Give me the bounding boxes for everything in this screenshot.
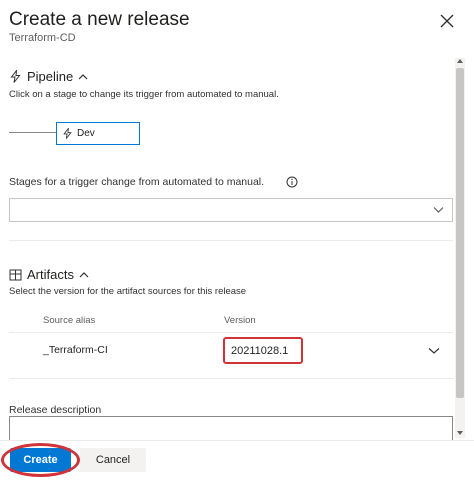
info-icon[interactable] — [286, 176, 298, 188]
package-icon — [9, 269, 22, 281]
scrollbar[interactable] — [455, 58, 465, 438]
pipeline-description: Click on a stage to change its trigger f… — [9, 89, 279, 100]
version-selector[interactable]: 20211028.1 — [223, 337, 303, 364]
pipeline-section-header[interactable]: Pipeline — [9, 69, 88, 84]
trigger-label: Stages for a trigger change from automat… — [9, 176, 265, 188]
artifacts-section-header[interactable]: Artifacts — [9, 267, 89, 282]
chevron-up-icon — [79, 271, 89, 277]
scroll-down-arrow[interactable] — [457, 431, 463, 435]
stage-dev[interactable]: Dev — [56, 122, 140, 145]
section-divider — [9, 240, 453, 241]
footer-divider — [0, 440, 474, 441]
release-description-label: Release description — [9, 404, 102, 416]
dialog-title: Create a new release — [9, 9, 190, 30]
section-divider — [9, 378, 453, 379]
scrollbar-thumb[interactable] — [456, 68, 464, 398]
source-alias-value: _Terraform-CI — [43, 344, 108, 356]
column-header-version: Version — [224, 315, 256, 326]
artifacts-heading: Artifacts — [27, 267, 74, 282]
trigger-stages-dropdown[interactable] — [9, 198, 453, 222]
stage-name: Dev — [77, 128, 95, 139]
column-header-source-alias: Source alias — [43, 315, 96, 326]
create-button[interactable]: Create — [10, 448, 71, 472]
dialog-subtitle: Terraform-CD — [9, 32, 76, 44]
artifacts-description: Select the version for the artifact sour… — [9, 286, 247, 297]
close-icon — [440, 14, 454, 28]
cancel-button[interactable]: Cancel — [80, 448, 146, 472]
pipeline-connector — [9, 132, 56, 133]
release-description-input[interactable] — [9, 416, 453, 440]
dialog-body[interactable]: Pipeline Click on a stage to change its … — [0, 58, 474, 440]
close-button[interactable] — [436, 10, 458, 32]
lightning-icon — [63, 128, 72, 139]
table-header-divider — [9, 332, 453, 333]
chevron-up-icon — [78, 73, 88, 79]
lightning-icon — [10, 70, 21, 83]
chevron-down-icon — [433, 207, 444, 213]
chevron-down-icon[interactable] — [428, 347, 440, 355]
pipeline-heading: Pipeline — [27, 69, 74, 84]
scroll-up-arrow[interactable] — [457, 59, 463, 63]
version-value: 20211028.1 — [231, 344, 289, 357]
